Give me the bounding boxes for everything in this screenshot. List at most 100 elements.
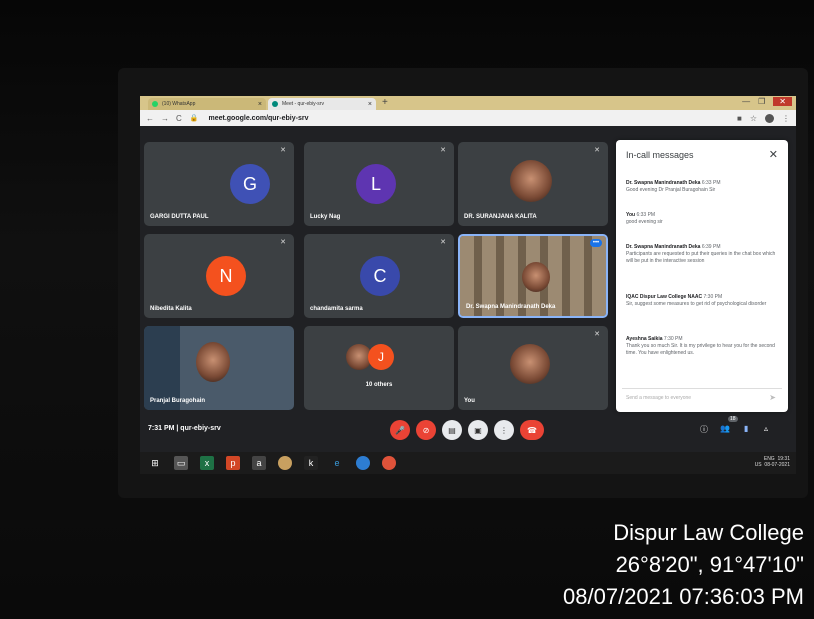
browser-tab-strip: (10) WhatsApp × Meet - qur-ebiy-srv × + …: [140, 96, 796, 110]
message-sender: You: [626, 212, 636, 218]
clock-date: 08-07-2021: [764, 462, 790, 468]
message-text: Participants are requested to put their …: [626, 251, 776, 264]
avatar: L: [356, 164, 396, 204]
message-time: 6:39 PM: [701, 244, 721, 250]
captions-button[interactable]: ▤: [442, 420, 462, 440]
star-icon[interactable]: ☆: [750, 114, 757, 123]
excel-icon[interactable]: x: [200, 456, 214, 470]
participant-name: Nibedita Kalita: [150, 306, 192, 312]
participant-photo: [196, 342, 230, 382]
mic-off-button[interactable]: 🎤: [390, 420, 410, 440]
muted-mic-icon: ✕: [594, 147, 600, 154]
tab-label: (10) WhatsApp: [162, 101, 196, 107]
menu-icon[interactable]: ⋮: [782, 114, 790, 123]
message-input[interactable]: Send a message to everyone ➤: [622, 388, 782, 406]
participant-name: DR. SURANJANA KALITA: [464, 214, 537, 220]
close-tab-icon[interactable]: ×: [258, 101, 262, 108]
close-window-icon[interactable]: ✕: [773, 97, 792, 106]
powerpoint-icon[interactable]: p: [226, 456, 240, 470]
message-input-placeholder: Send a message to everyone: [626, 394, 692, 401]
close-icon[interactable]: ✕: [769, 148, 778, 161]
more-options-button[interactable]: ⋮: [494, 420, 514, 440]
message-text: good evening sir: [626, 219, 663, 225]
participant-tile: ✕ C chandamita sarma: [304, 234, 454, 318]
watermark-location: Dispur Law College: [613, 520, 804, 545]
tab-whatsapp[interactable]: (10) WhatsApp ×: [148, 98, 266, 110]
participant-name: 10 others: [365, 382, 393, 388]
participant-tile: ✕ L Lucky Nag: [304, 142, 454, 226]
chat-message: IQAC Dispur Law College NAAC 7:30 PM Sir…: [626, 294, 778, 308]
kindle-icon[interactable]: k: [304, 456, 318, 470]
reload-icon[interactable]: C: [176, 114, 182, 123]
message-time: 6:33 PM: [701, 180, 721, 186]
chat-message: Ayeshna Saikia 7:30 PM Thank you so much…: [626, 336, 778, 357]
participant-tile: Pranjal Buragohain: [144, 326, 294, 410]
close-tab-icon[interactable]: ×: [368, 101, 372, 108]
tab-label: Meet - qur-ebiy-srv: [282, 101, 324, 107]
send-icon[interactable]: ➤: [769, 393, 776, 402]
meeting-controls-bar: 7:31 PM | qur-ebiy-srv 🎤 ⊘ ▤ ▣ ⋮ ☎ ⓘ 👥 1…: [140, 414, 796, 452]
back-icon[interactable]: ←: [146, 114, 154, 123]
participant-name: chandamita sarma: [310, 306, 363, 312]
watermark-coordinates: 26°8'20", 91°47'10": [615, 552, 804, 577]
app-icon[interactable]: [278, 456, 292, 470]
forward-icon[interactable]: →: [161, 114, 169, 123]
people-icon[interactable]: 👥: [720, 424, 730, 433]
meeting-time-code: 7:31 PM | qur-ebiy-srv: [148, 425, 221, 432]
new-edge-icon[interactable]: [356, 456, 370, 470]
maximize-icon[interactable]: ❐: [758, 97, 765, 106]
lock-icon: 🔒: [189, 115, 199, 122]
windows-start-icon[interactable]: ⊞: [148, 456, 162, 470]
tab-meet[interactable]: Meet - qur-ebiy-srv ×: [268, 98, 376, 110]
whatsapp-icon: [152, 101, 158, 107]
participant-tile: ✕ N Nibedita Kalita: [144, 234, 294, 318]
watermark-datetime: 08/07/2021 07:36:03 PM: [563, 584, 804, 609]
avatar: C: [360, 256, 400, 296]
url-input[interactable]: meet.google.com/qur-ebiy-srv: [209, 115, 309, 122]
message-text: Sir, suggest some measures to get rid of…: [626, 301, 767, 307]
active-speaker-tile: ••• Dr. Swapna Manindranath Deka: [458, 234, 608, 318]
panel-title: In-call messages: [626, 150, 694, 160]
new-tab-button[interactable]: +: [382, 97, 388, 108]
participant-photo: [510, 160, 552, 202]
camera-icon[interactable]: ■: [737, 114, 742, 123]
chat-icon[interactable]: ▮: [744, 424, 748, 433]
system-tray: ENG 19:31 US 08-07-2021: [755, 456, 790, 468]
present-button[interactable]: ▣: [468, 420, 488, 440]
laptop-screen: (10) WhatsApp × Meet - qur-ebiy-srv × + …: [140, 96, 796, 474]
minimize-icon[interactable]: —: [742, 97, 750, 106]
region-indicator: US: [754, 462, 762, 468]
message-sender: Dr. Swapna Manindranath Deka: [626, 244, 701, 250]
participant-photo: [510, 344, 550, 384]
muted-mic-icon: ✕: [280, 239, 286, 246]
participant-name: Lucky Nag: [310, 214, 341, 220]
file-explorer-icon[interactable]: ▭: [174, 456, 188, 470]
chat-message: Dr. Swapna Manindranath Deka 6:33 PM Goo…: [626, 180, 778, 194]
windows-taskbar: ⊞ ▭ x p a k e ENG 19:31 US 08-07-2021: [140, 452, 796, 474]
camera-off-button[interactable]: ⊘: [416, 420, 436, 440]
chat-message: Dr. Swapna Manindranath Deka 6:39 PM Par…: [626, 244, 778, 265]
info-icon[interactable]: ⓘ: [700, 424, 708, 435]
end-call-button[interactable]: ☎: [520, 420, 544, 440]
participant-tile: ✕ DR. SURANJANA KALITA: [458, 142, 608, 226]
profile-avatar[interactable]: [765, 113, 774, 123]
edge-icon[interactable]: e: [330, 456, 344, 470]
muted-mic-icon: ✕: [440, 239, 446, 246]
avatar: N: [206, 256, 246, 296]
participant-tile: ✕ You: [458, 326, 608, 410]
participant-name: Dr. Swapna Manindranath Deka: [466, 304, 556, 310]
participant-name: Pranjal Buragohain: [150, 398, 206, 404]
muted-mic-icon: ✕: [594, 331, 600, 338]
message-time: 7:30 PM: [703, 294, 723, 300]
message-time: 7:30 PM: [663, 336, 683, 342]
amazon-icon[interactable]: a: [252, 456, 266, 470]
chat-message: You 6:33 PM good evening sir: [626, 212, 778, 226]
message-sender: IQAC Dispur Law College NAAC: [626, 294, 703, 300]
participant-name: GARGI DUTTA PAUL: [150, 214, 209, 220]
activities-icon[interactable]: ▵: [764, 424, 768, 433]
message-time: 6:33 PM: [636, 212, 656, 218]
participant-tile: ✕ G GARGI DUTTA PAUL: [144, 142, 294, 226]
muted-mic-icon: ✕: [280, 147, 286, 154]
message-text: Good evening Dr Pranjal Buragohain Sir: [626, 187, 716, 193]
chrome-icon[interactable]: [382, 456, 396, 470]
